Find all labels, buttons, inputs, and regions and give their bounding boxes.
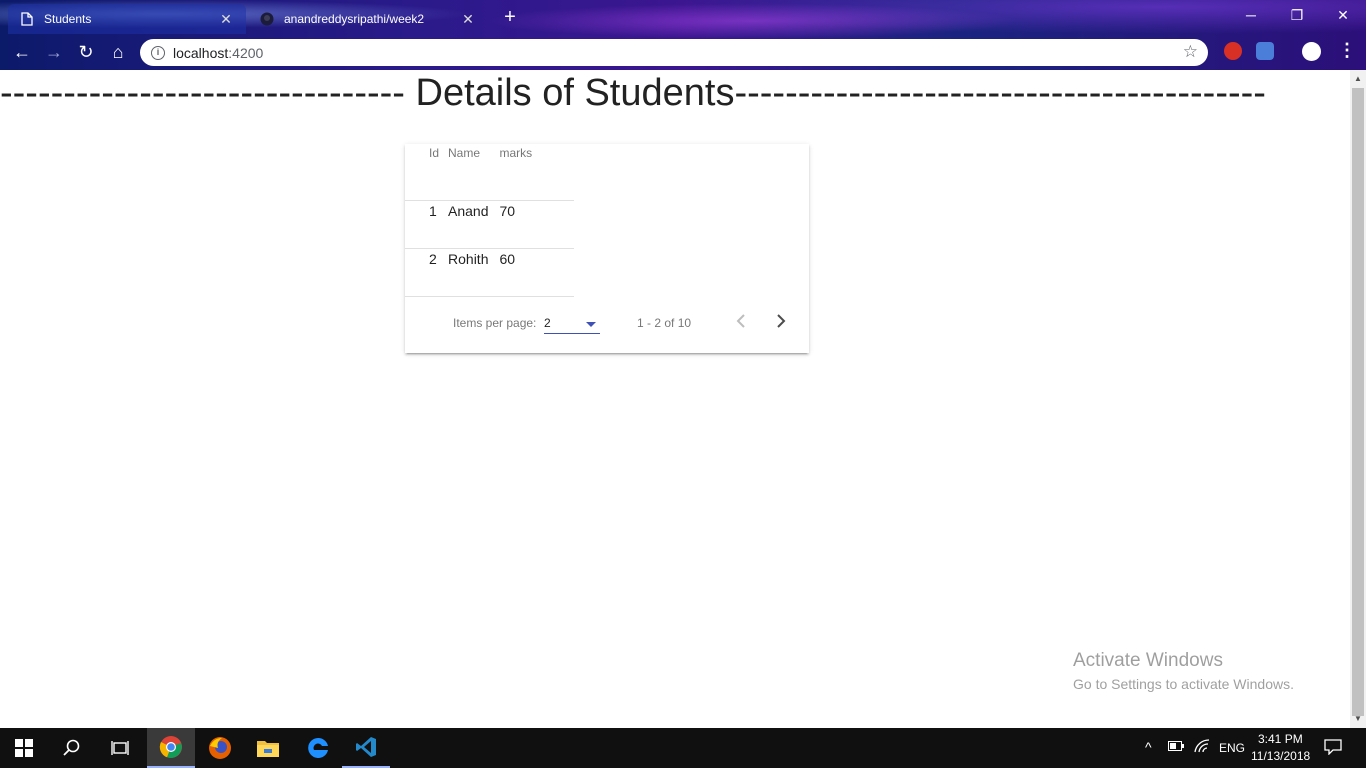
scrollbar-thumb[interactable] (1352, 88, 1364, 716)
edge-taskbar-icon[interactable] (294, 728, 342, 768)
tab-github[interactable]: anandreddysripathi/week2 ✕ (248, 4, 488, 34)
column-header-id: Id (429, 146, 440, 160)
students-table-card: Id Name marks 1 Anand 70 2 Rohith 60 Ite… (405, 144, 809, 353)
page-size-value: 2 (544, 316, 551, 330)
home-icon[interactable]: ⌂ (104, 38, 132, 66)
new-tab-icon[interactable]: + (500, 6, 520, 28)
close-tab-icon[interactable]: ✕ (218, 11, 234, 28)
github-icon (260, 12, 274, 26)
close-window-icon[interactable]: ✕ (1320, 0, 1366, 30)
table-header-row: Id Name marks (405, 144, 574, 200)
url-text: localhost:4200 (173, 44, 264, 61)
firefox-taskbar-icon[interactable] (196, 728, 244, 768)
cell-id: 2 (405, 247, 448, 297)
chrome-taskbar-icon[interactable] (147, 728, 195, 768)
bookmark-star-icon[interactable]: ☆ (1183, 42, 1198, 62)
search-icon[interactable] (48, 728, 96, 768)
dropdown-arrow-icon (586, 322, 596, 327)
file-explorer-taskbar-icon[interactable] (244, 728, 292, 768)
wifi-icon[interactable] (1194, 739, 1210, 756)
windows-start-icon[interactable] (0, 728, 48, 768)
watermark-title: Activate Windows (1073, 650, 1223, 671)
cell-marks: 60 (498, 247, 575, 297)
previous-page-button[interactable] (729, 308, 753, 336)
cell-name: Anand (447, 199, 499, 248)
vertical-scrollbar[interactable]: ▲ ▼ (1350, 70, 1366, 728)
forward-icon[interactable]: → (40, 38, 68, 66)
address-bar[interactable]: i localhost:4200 ☆ (140, 39, 1208, 66)
page-title: -------------------------------- Details… (0, 72, 1266, 114)
info-icon[interactable]: i (151, 45, 165, 60)
tab-title: anandreddysripathi/week2 (284, 12, 425, 26)
tab-title: Students (44, 12, 92, 26)
clock-time[interactable]: 3:41 PM (1258, 732, 1303, 746)
watermark-subtitle: Go to Settings to activate Windows. (1073, 676, 1294, 692)
windows-taskbar: ^ ENG 3:41 PM 11/13/2018 (0, 728, 1366, 768)
table-row: 2 Rohith 60 (405, 247, 575, 297)
browser-chrome: Students ✕ anandreddysripathi/week2 ✕ + … (0, 0, 1366, 70)
column-header-name: Name (448, 146, 481, 160)
page-size-select[interactable]: 2 (544, 314, 600, 334)
reload-icon[interactable]: ↻ (72, 38, 100, 66)
scroll-up-arrow-icon[interactable]: ▲ (1353, 74, 1363, 84)
column-header-marks: marks (499, 146, 533, 160)
tray-overflow-chevron-icon[interactable]: ^ (1145, 739, 1152, 755)
battery-icon[interactable] (1168, 740, 1184, 754)
close-tab-icon[interactable]: ✕ (460, 11, 476, 28)
chevron-right-icon (777, 314, 786, 328)
clock-date[interactable]: 11/13/2018 (1251, 749, 1310, 763)
chevron-left-icon (736, 314, 745, 328)
task-view-icon[interactable] (96, 728, 144, 768)
restore-icon[interactable]: ❐ (1274, 0, 1320, 30)
paginator: Items per page: 2 1 - 2 of 10 (405, 296, 809, 353)
minimize-icon[interactable]: ─ (1228, 0, 1274, 30)
cell-marks: 70 (498, 199, 575, 248)
table-row: 1 Anand 70 (405, 199, 575, 248)
items-per-page-label: Items per page: (453, 316, 537, 330)
extension-shield-icon[interactable] (1224, 42, 1242, 60)
profile-avatar-icon[interactable] (1302, 42, 1321, 61)
document-icon (20, 12, 34, 26)
tab-strip: Students ✕ anandreddysripathi/week2 ✕ + … (0, 0, 1366, 34)
range-label: 1 - 2 of 10 (637, 316, 692, 330)
language-indicator[interactable]: ENG (1219, 741, 1245, 755)
students-table: Id Name marks 1 Anand 70 2 Rohith 60 (405, 144, 575, 297)
cell-id: 1 (405, 199, 448, 248)
page-content: -------------------------------- Details… (0, 70, 1350, 728)
extension-translate-icon[interactable] (1256, 42, 1274, 60)
back-icon[interactable]: ← (8, 38, 36, 66)
activate-windows-watermark: Activate Windows Go to Settings to activ… (1073, 650, 1294, 692)
tab-students[interactable]: Students ✕ (8, 4, 246, 34)
next-page-button[interactable] (769, 308, 793, 336)
notifications-icon[interactable] (1324, 739, 1342, 758)
scroll-down-arrow-icon[interactable]: ▼ (1353, 714, 1363, 724)
menu-kebab-icon[interactable]: ⋮ (1338, 40, 1356, 61)
vscode-taskbar-icon[interactable] (342, 728, 390, 768)
cell-name: Rohith (447, 247, 499, 297)
